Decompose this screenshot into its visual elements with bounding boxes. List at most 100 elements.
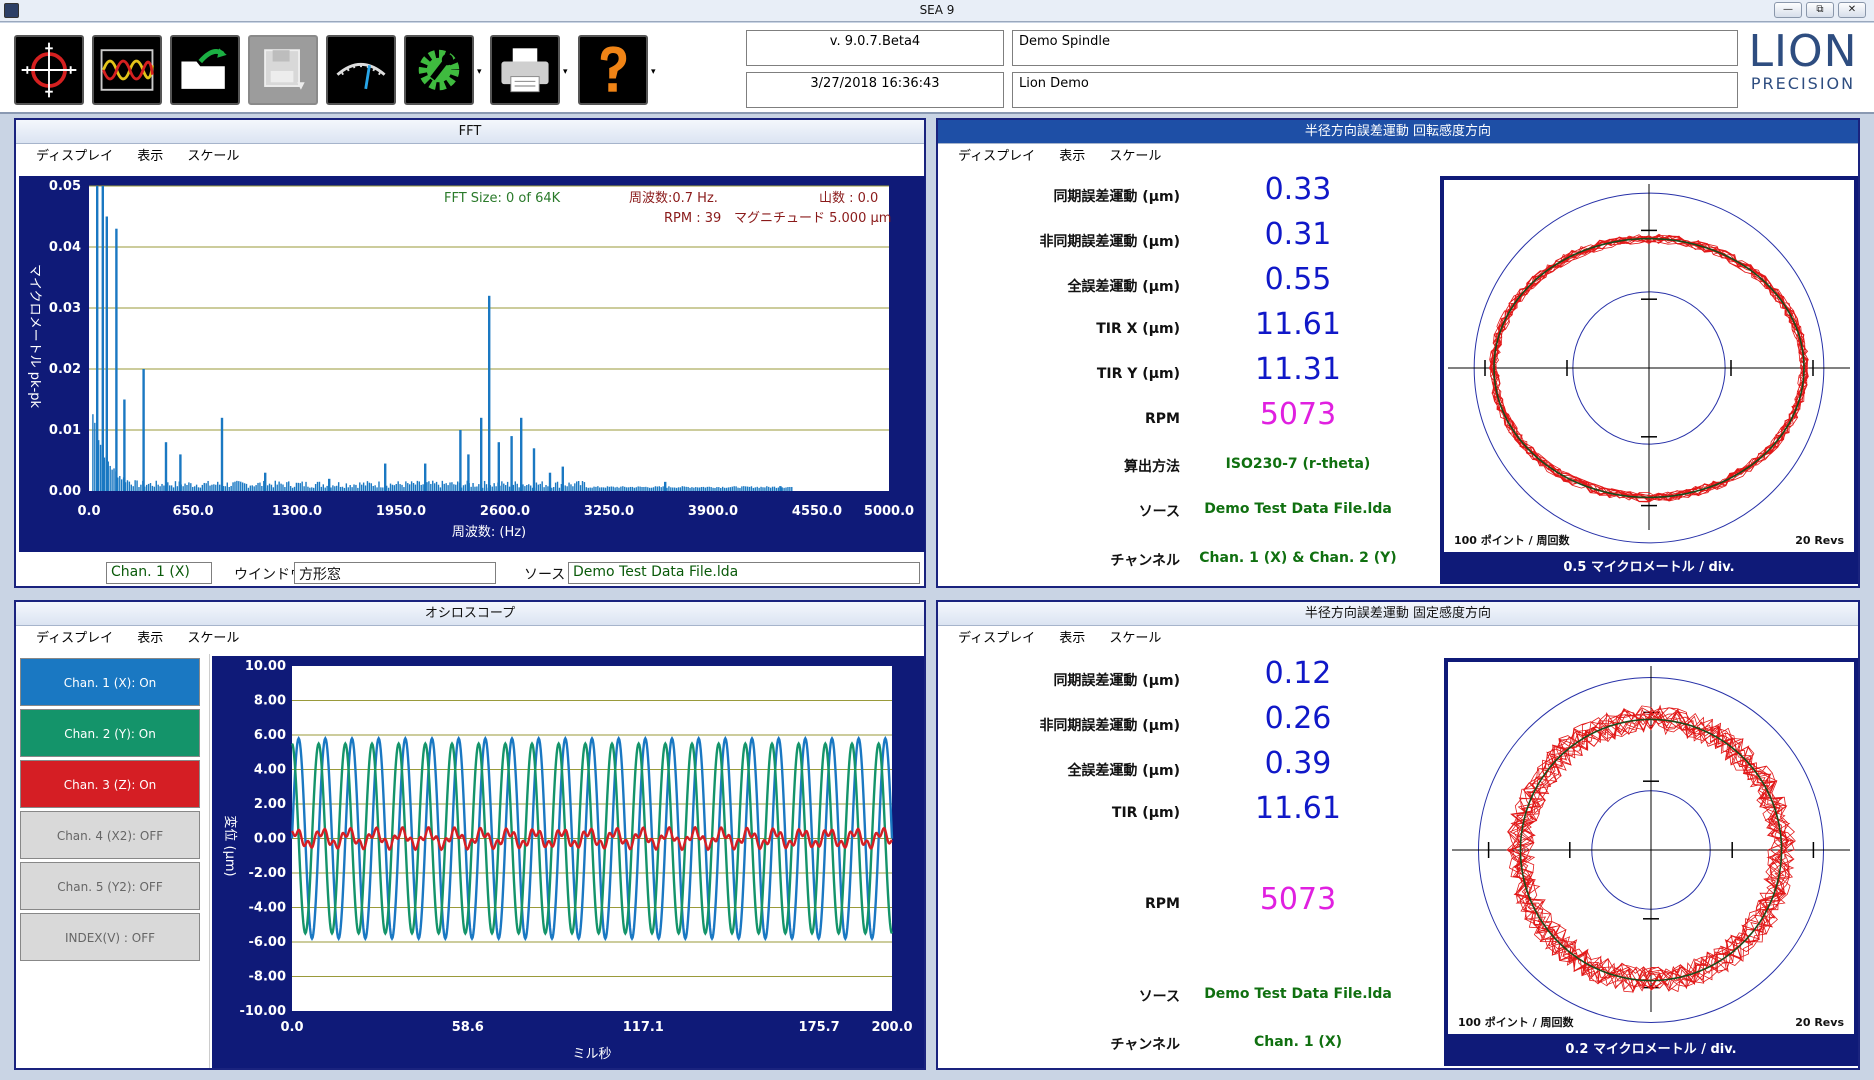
fft-noise-bar (512, 484, 515, 491)
fft-noise-bar (766, 486, 768, 491)
fft-noise-bar (209, 485, 211, 491)
menu-view[interactable]: 表示 (137, 149, 163, 164)
method-value: ISO230-7 (r-theta) (1225, 456, 1371, 472)
fft-noise-bar (518, 487, 520, 491)
print-button[interactable] (490, 35, 560, 105)
gauge-button[interactable] (326, 35, 396, 105)
fft-title: FFT (16, 120, 924, 144)
waveform-button[interactable] (92, 35, 162, 105)
fft-noise-bar (483, 480, 486, 491)
channel-4-toggle[interactable]: Chan. 4 (X2): OFF (20, 811, 200, 859)
y-tick-label: -10.00 (239, 1004, 286, 1019)
scope-chart: 10.00 8.00 6.00 4.00 2.00 0.00 -2.00 -4.00 -6.00… (212, 656, 924, 1068)
fft-noise-bar (132, 486, 134, 491)
fft-noise-bar (535, 482, 538, 491)
channel-2-toggle[interactable]: Chan. 2 (Y): On (20, 709, 200, 757)
fft-noise-bar (330, 487, 332, 491)
fft-noise-bar (472, 482, 474, 491)
fft-noise-bar (249, 485, 252, 491)
menu-scale[interactable]: スケール (187, 149, 239, 164)
target-button[interactable] (14, 35, 84, 105)
fft-noise-bar (205, 483, 207, 491)
menu-scale[interactable]: スケール (1109, 631, 1161, 646)
channel-label: チャンネル (1110, 1037, 1180, 1053)
fft-noise-bar (670, 487, 672, 491)
save-button[interactable] (248, 35, 318, 105)
menu-view[interactable]: 表示 (1059, 631, 1085, 646)
help-button[interactable] (578, 35, 648, 105)
fft-noise-bar (334, 486, 336, 491)
fft-noise-bar (718, 487, 720, 491)
fft-noise-bar (272, 487, 275, 491)
channel-1-toggle[interactable]: Chan. 1 (X): On (20, 658, 200, 706)
spindle-field[interactable]: Demo Spindle (1012, 30, 1738, 66)
menu-display[interactable]: ディスプレイ (36, 149, 113, 164)
fft-noise-bar (397, 481, 399, 491)
channel-5-toggle[interactable]: Chan. 5 (Y2): OFF (20, 862, 200, 910)
fft-noise-bar (677, 487, 680, 491)
menu-scale[interactable]: スケール (187, 631, 239, 646)
x-tick-label: 0.0 (77, 504, 100, 519)
fft-noise-bar (505, 485, 507, 491)
fft-noise-bar (366, 481, 369, 491)
fft-noise-bar (353, 484, 355, 491)
menu-display[interactable]: ディスプレイ (36, 631, 113, 646)
open-folder-button[interactable] (170, 35, 240, 105)
menu-view[interactable]: 表示 (137, 631, 163, 646)
fft-source-label: ソース (524, 567, 566, 583)
fft-noise-bar (727, 487, 730, 491)
fft-noise-bar (359, 482, 361, 491)
tir-y-value: 11.31 (1255, 352, 1341, 387)
fft-noise-bar (153, 486, 156, 491)
fft-noise-bar (529, 485, 532, 491)
fft-noise-bar (746, 486, 749, 491)
title-bar: SEA 9 — ⧉ ✕ (0, 0, 1874, 22)
fft-noise-bar (376, 487, 378, 491)
fft-noise-bar (689, 487, 691, 491)
settings-dropdown-arrow[interactable]: ▾ (477, 67, 482, 77)
fft-noise-bar (412, 482, 415, 491)
fft-bar (548, 472, 552, 491)
help-dropdown-arrow[interactable]: ▾ (651, 67, 656, 77)
fft-noise-bar (128, 481, 131, 491)
settings-button[interactable] (404, 35, 474, 105)
channel-3-toggle[interactable]: Chan. 3 (Z): On (20, 760, 200, 808)
total-error-value: 0.55 (1264, 262, 1332, 297)
fft-noise-bar (658, 486, 660, 491)
fft-noise-bar (322, 484, 324, 491)
menu-scale[interactable]: スケール (1109, 149, 1161, 164)
y-tick-label: 4.00 (254, 763, 286, 778)
menu-display[interactable]: ディスプレイ (958, 631, 1035, 646)
menu-view[interactable]: 表示 (1059, 149, 1085, 164)
fft-noise-bar (645, 486, 647, 491)
fft-noise-bar (572, 486, 574, 491)
minimize-button[interactable]: — (1774, 2, 1802, 18)
fft-noise-bar (785, 487, 787, 491)
fft-noise-bar (493, 483, 495, 491)
restore-button[interactable]: ⧉ (1806, 2, 1834, 18)
fft-noise-bar (368, 482, 371, 491)
scope-xlabel: ミル秒 (572, 1047, 611, 1062)
fft-noise-bar (257, 482, 259, 491)
fft-noise-bar (228, 486, 230, 491)
fft-noise-bar (687, 486, 689, 491)
y-tick-label: -8.00 (249, 970, 286, 985)
print-dropdown-arrow[interactable]: ▾ (563, 67, 568, 77)
index-channel-toggle[interactable]: INDEX(V) : OFF (20, 913, 200, 961)
revs-label: 20 Revs (1795, 1016, 1844, 1029)
close-button[interactable]: ✕ (1838, 2, 1866, 18)
fft-channel-field[interactable]: Chan. 1 (X) (106, 562, 212, 584)
fft-noise-bar (420, 484, 422, 491)
menu-display[interactable]: ディスプレイ (958, 149, 1035, 164)
fixed-title: 半径方向誤差運動 固定感度方向 (938, 602, 1858, 626)
fft-noise-bar (750, 486, 753, 491)
fft-noise-bar (247, 487, 250, 491)
operator-field[interactable]: Lion Demo (1012, 72, 1738, 108)
fft-noise-bar (587, 487, 589, 491)
waveform-icon (100, 49, 154, 91)
fft-window-field[interactable]: 方形窓 (294, 562, 496, 584)
fft-noise-bar (595, 486, 597, 491)
fft-noise-bar (403, 487, 405, 491)
fft-source-field[interactable]: Demo Test Data File.lda (568, 562, 920, 584)
rotating-scale-label: 0.5 マイクロメートル / div. (1563, 560, 1735, 575)
